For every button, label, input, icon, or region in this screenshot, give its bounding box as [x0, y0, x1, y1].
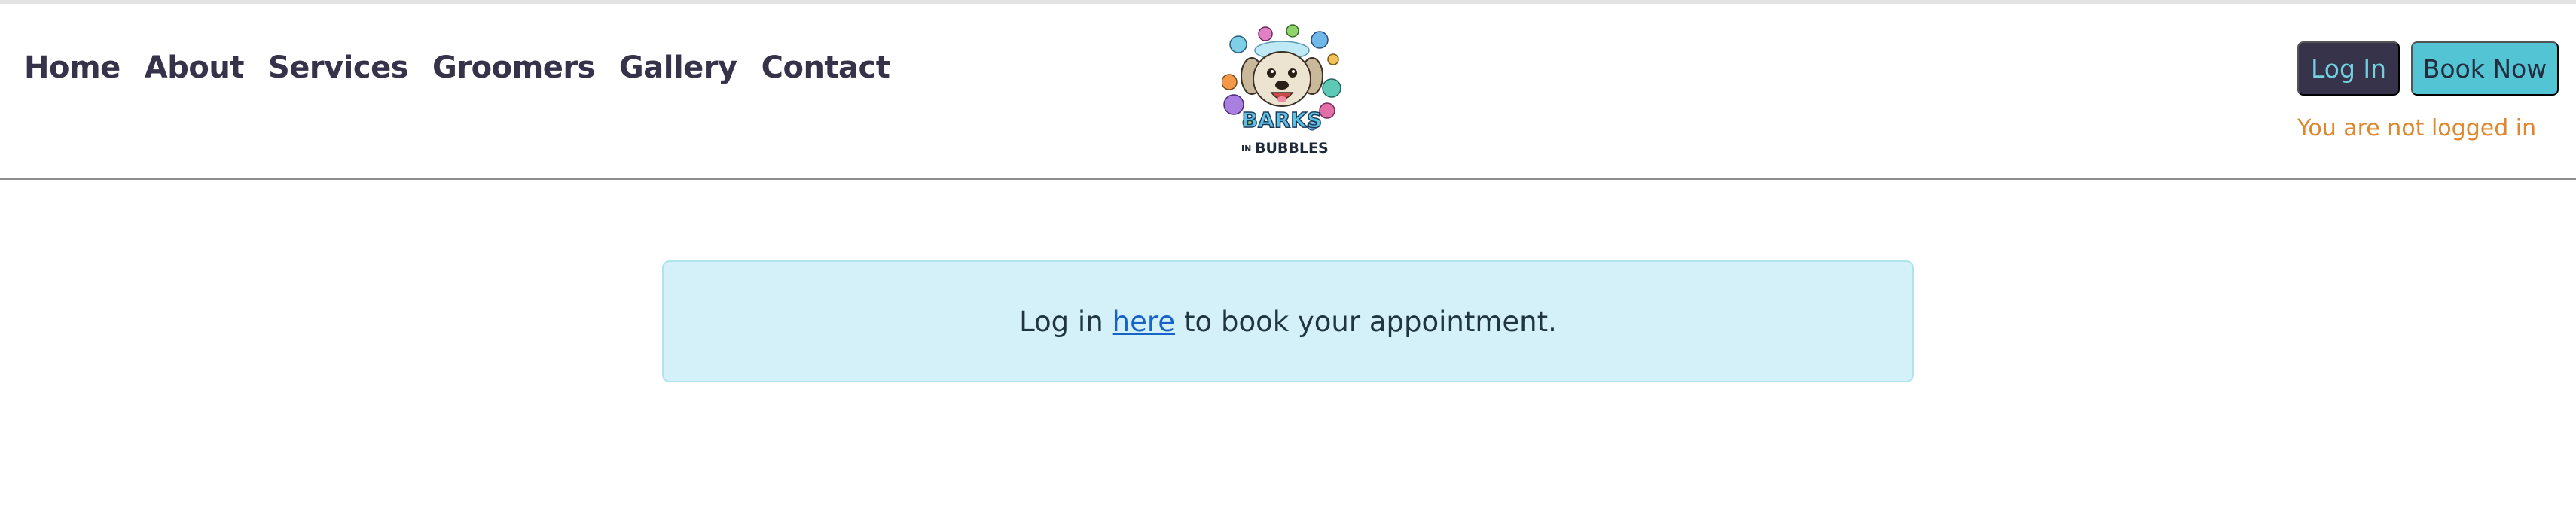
nav-home-link[interactable]: Home — [24, 50, 121, 85]
site-logo[interactable]: BARKS IN BUBBLES — [1221, 23, 1342, 163]
book-now-button[interactable]: Book Now — [2411, 41, 2559, 96]
nav-about-link[interactable]: About — [145, 50, 245, 85]
dog-bubbles-logo-image: BARKS IN BUBBLES — [1221, 24, 1341, 157]
nav-groomers-link[interactable]: Groomers — [432, 50, 595, 85]
svg-text:IN: IN — [1241, 144, 1251, 154]
nav-services-link[interactable]: Services — [268, 50, 409, 85]
login-button[interactable]: Log In — [2297, 41, 2400, 96]
navbar: Home About Services Groomers Gallery Con… — [0, 4, 2576, 180]
nav-gallery-link[interactable]: Gallery — [619, 50, 737, 85]
login-here-link[interactable]: here — [1113, 306, 1175, 338]
main-nav: Home About Services Groomers Gallery Con… — [24, 50, 890, 85]
nav-contact-link[interactable]: Contact — [762, 50, 890, 85]
svg-text:BUBBLES: BUBBLES — [1255, 140, 1329, 157]
alert-text-suffix: to book your appointment. — [1184, 305, 1557, 338]
svg-text:BARKS: BARKS — [1242, 108, 1322, 132]
login-alert: Log in here to book your appointment. — [662, 260, 1914, 382]
login-status-text: You are not logged in — [2297, 115, 2537, 141]
alert-text-prefix: Log in — [1019, 305, 1103, 338]
